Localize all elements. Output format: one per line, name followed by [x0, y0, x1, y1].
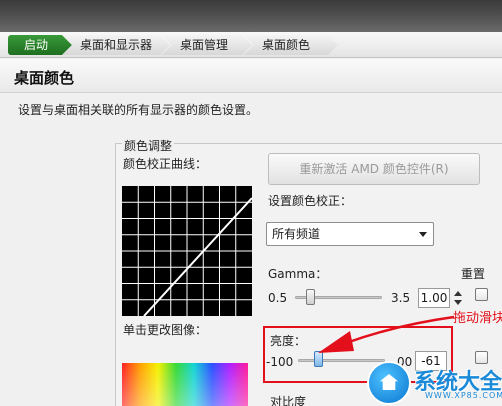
- window-top-band: [0, 0, 502, 32]
- spin-up-icon[interactable]: [454, 291, 462, 296]
- channel-select-value: 所有频道: [272, 227, 321, 241]
- set-correction-label: 设置颜色校正：: [268, 194, 353, 208]
- breadcrumb-desktop-color[interactable]: 桌面颜色: [244, 35, 338, 55]
- chevron-down-icon: [419, 232, 427, 237]
- breadcrumb-home[interactable]: 启动: [8, 35, 72, 55]
- gamma-min: 0.5: [268, 291, 288, 305]
- breadcrumb-desktop-management[interactable]: 桌面管理: [162, 35, 252, 55]
- page-description: 设置与桌面相关联的所有显示器的颜色设置。: [18, 103, 259, 117]
- gamma-slider-thumb[interactable]: [305, 289, 315, 305]
- preview-image-label: 单击更改图像：: [123, 323, 208, 337]
- page-title: 桌面颜色: [14, 69, 75, 87]
- page-title-bar: 桌面颜色: [0, 59, 502, 93]
- gamma-spinner[interactable]: [452, 288, 464, 308]
- watermark-logo: [367, 361, 411, 405]
- annotation-arrow-icon: [318, 315, 455, 353]
- breadcrumb-desktop-display[interactable]: 桌面和显示器: [62, 35, 170, 55]
- reactivate-amd-color-button[interactable]: 重新激活 AMD 颜色控件(R): [268, 153, 480, 185]
- color-preview-image[interactable]: [122, 363, 248, 406]
- house-icon: [380, 374, 398, 390]
- contrast-label: 对比度: [270, 395, 307, 406]
- gamma-max: 3.5: [391, 291, 411, 305]
- curve-label: 颜色校正曲线：: [123, 157, 208, 171]
- watermark-url: WWW.XP85.COM: [425, 391, 502, 400]
- gamma-reset-checkbox[interactable]: [475, 288, 488, 301]
- gamma-value-field[interactable]: 1.00: [418, 288, 450, 308]
- brightness-reset-checkbox[interactable]: [475, 351, 488, 364]
- drag-slider-annotation: 拖动滑块: [453, 311, 502, 326]
- reset-label: 重置: [461, 267, 486, 281]
- spin-down-icon[interactable]: [454, 300, 462, 305]
- breadcrumb: 启动 桌面和显示器 桌面管理 桌面颜色: [0, 32, 502, 58]
- color-correction-curve: [122, 186, 252, 316]
- color-adjust-group-label: 颜色调整: [122, 137, 175, 154]
- gamma-label: Gamma：: [268, 267, 328, 281]
- channel-select[interactable]: 所有频道: [266, 222, 434, 246]
